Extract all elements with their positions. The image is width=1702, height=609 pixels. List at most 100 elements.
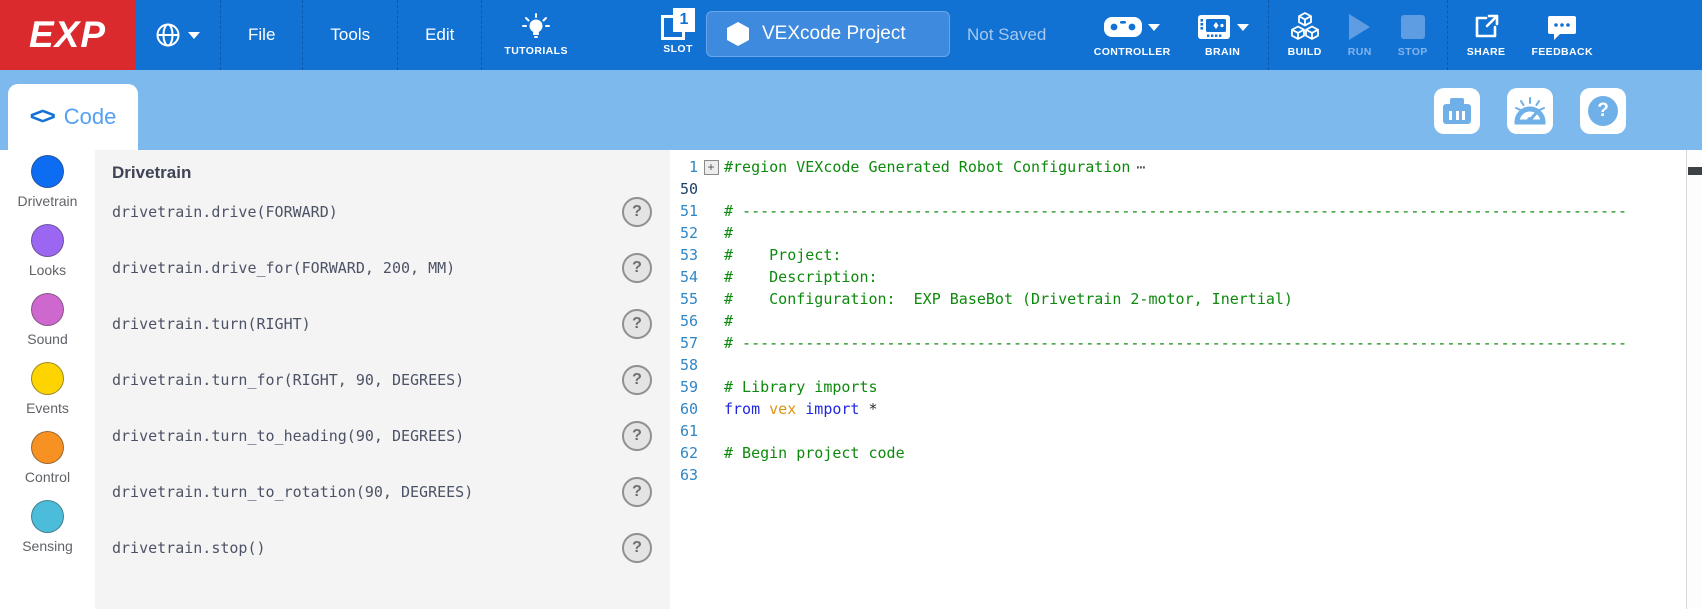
dashboard-button[interactable] (1507, 88, 1553, 134)
command-snippet[interactable]: drivetrain.turn_to_rotation(90, DEGREES) (112, 483, 622, 501)
editor-line: 56# (670, 310, 1686, 332)
command-snippet[interactable]: drivetrain.drive_for(FORWARD, 200, MM) (112, 259, 622, 277)
scrollbar-thumb[interactable] (1688, 167, 1702, 175)
drivetrain-category-icon[interactable] (31, 155, 64, 188)
command-row: drivetrain.drive(FORWARD)? (112, 185, 670, 239)
code-editor[interactable]: 1 + #region VEXcode Generated Robot Config… (670, 150, 1686, 609)
command-snippet[interactable]: drivetrain.turn(RIGHT) (112, 315, 622, 333)
tutorials-button[interactable]: TUTORIALS (482, 0, 590, 70)
run-button[interactable]: RUN (1335, 0, 1385, 70)
looks-category-icon[interactable] (31, 224, 64, 257)
line-number: 59 (670, 378, 698, 396)
project-name: VEXcode Project (762, 23, 906, 45)
command-help-button[interactable]: ? (622, 197, 652, 227)
code-text: # Configuration: EXP BaseBot (Drivetrain… (724, 290, 1293, 308)
menu-edit[interactable]: Edit (398, 0, 482, 70)
menu-tools[interactable]: Tools (303, 0, 398, 70)
editor-scrollbar[interactable] (1686, 150, 1702, 609)
line-number: 58 (670, 356, 698, 374)
build-button[interactable]: BUILD (1275, 0, 1335, 70)
run-play-icon (1349, 14, 1370, 40)
sound-category-icon[interactable] (31, 293, 64, 326)
menu-row: File Tools Edit TUTORIALS (135, 0, 590, 70)
globe-icon (155, 22, 181, 48)
tutorials-label: TUTORIALS (504, 45, 568, 57)
stop-label: STOP (1398, 46, 1428, 58)
help-button[interactable]: ? (1580, 88, 1626, 134)
line-number: 1 (670, 158, 698, 176)
command-snippet[interactable]: drivetrain.turn_for(RIGHT, 90, DEGREES) (112, 371, 622, 389)
code-text: #region VEXcode Generated Robot Configur… (724, 158, 1130, 176)
editor-line: 53# Project: (670, 244, 1686, 266)
command-help-button[interactable]: ? (622, 477, 652, 507)
editor-line: 55 # Configuration: EXP BaseBot (Drivetra… (670, 288, 1686, 310)
feedback-button[interactable]: FEEDBACK (1518, 0, 1606, 70)
editor-line: 61 (670, 420, 1686, 442)
category-drivetrain[interactable]: Drivetrain (18, 155, 78, 224)
slot-button[interactable]: 1 SLOT (650, 8, 706, 55)
controller-icon (1104, 15, 1142, 39)
editor-line: 51# ------------------------------------… (670, 200, 1686, 222)
command-row: drivetrain.turn_to_heading(90, DEGREES)? (112, 409, 670, 463)
project-name-button[interactable]: VEXcode Project (706, 11, 950, 57)
code-segment-plain (760, 400, 769, 418)
editor-line: 1 + #region VEXcode Generated Robot Config… (670, 156, 1686, 178)
command-help-button[interactable]: ? (622, 421, 652, 451)
code-segment-comment: # Library imports (724, 378, 878, 396)
tab-code[interactable]: <> Code (8, 84, 138, 150)
brain-label: BRAIN (1205, 46, 1240, 58)
code-text: # --------------------------------------… (724, 202, 1627, 220)
command-help-button[interactable]: ? (622, 533, 652, 563)
line-number: 62 (670, 444, 698, 462)
command-panel: Drivetrain drivetrain.drive(FORWARD)?dri… (95, 150, 670, 609)
controller-button[interactable]: CONTROLLER (1081, 0, 1184, 70)
top-bar: EXP File Tools Edit TUTORIALS 1 (0, 0, 1702, 70)
command-help-button[interactable]: ? (622, 365, 652, 395)
editor-line: 57# ------------------------------------… (670, 332, 1686, 354)
command-row: drivetrain.drive_for(FORWARD, 200, MM)? (112, 241, 670, 295)
line-number: 50 (670, 180, 698, 198)
category-label: Sound (27, 331, 67, 347)
line-number: 55 (670, 290, 698, 308)
fold-expand-icon[interactable]: + (704, 160, 719, 175)
category-sensing[interactable]: Sensing (22, 500, 73, 569)
sensing-category-icon[interactable] (31, 500, 64, 533)
category-events[interactable]: Events (26, 362, 69, 431)
line-number: 54 (670, 268, 698, 286)
slot-label: SLOT (663, 43, 693, 55)
brain-button[interactable]: BRAIN (1184, 0, 1262, 70)
command-list: drivetrain.drive(FORWARD)?drivetrain.dri… (112, 185, 670, 575)
folded-region-ellipsis[interactable]: ⋯ (1136, 158, 1146, 176)
code-segment-comment: # Configuration: EXP BaseBot (Drivetrain… (724, 290, 1293, 308)
category-looks[interactable]: Looks (29, 224, 66, 293)
category-control[interactable]: Control (25, 431, 70, 500)
main-area: DrivetrainLooksSoundEventsControlSensing… (0, 150, 1702, 609)
command-snippet[interactable]: drivetrain.turn_to_heading(90, DEGREES) (112, 427, 622, 445)
line-number: 63 (670, 466, 698, 484)
command-snippet[interactable]: drivetrain.stop() (112, 539, 622, 557)
control-category-icon[interactable] (31, 431, 64, 464)
language-menu-button[interactable] (135, 0, 221, 70)
brain-icon (1197, 14, 1231, 40)
events-category-icon[interactable] (31, 362, 64, 395)
code-segment-comment: # --------------------------------------… (724, 334, 1627, 352)
help-icon: ? (1588, 96, 1618, 126)
category-sound[interactable]: Sound (27, 293, 67, 362)
command-row: drivetrain.turn(RIGHT)? (112, 297, 670, 351)
command-help-button[interactable]: ? (622, 253, 652, 283)
device-info-button[interactable] (1434, 88, 1480, 134)
command-snippet[interactable]: drivetrain.drive(FORWARD) (112, 203, 622, 221)
code-segment-comment: # Description: (724, 268, 878, 286)
line-number: 53 (670, 246, 698, 264)
section-title: Drivetrain (112, 163, 670, 183)
command-row: drivetrain.turn_to_rotation(90, DEGREES)… (112, 465, 670, 519)
line-number: 56 (670, 312, 698, 330)
code-text: # Library imports (724, 378, 878, 396)
stop-button[interactable]: STOP (1385, 0, 1441, 70)
vex-exp-logo: EXP (0, 0, 135, 70)
share-button[interactable]: SHARE (1454, 0, 1519, 70)
menu-file[interactable]: File (221, 0, 303, 70)
command-help-button[interactable]: ? (622, 309, 652, 339)
chevron-down-icon (1148, 24, 1160, 31)
line-number: 61 (670, 422, 698, 440)
